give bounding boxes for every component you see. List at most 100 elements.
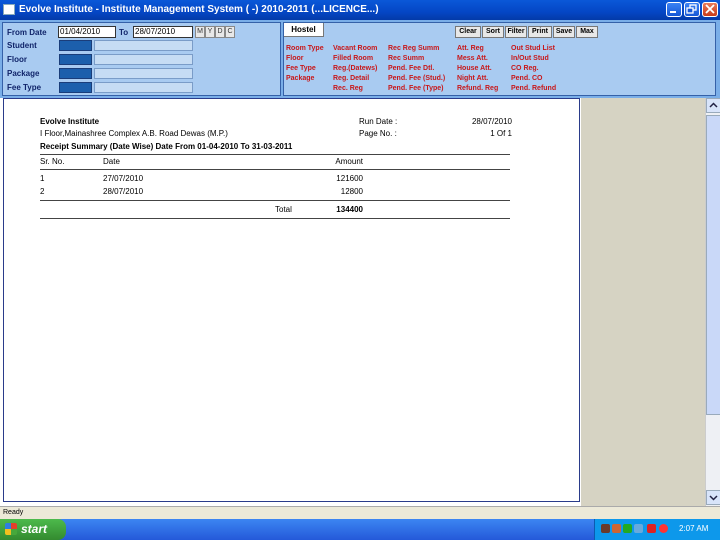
report-house-att[interactable]: House Att. [457,65,492,72]
report-title: Receipt Summary (Date Wise) Date From 01… [40,142,293,151]
month-button[interactable]: M [195,26,205,38]
column-divider [40,169,510,170]
institute-address: I Floor,Mainashree Complex A.B. Road Dew… [40,129,228,138]
institute-name: Evolve Institute [40,117,100,126]
floor-name-field[interactable] [94,54,193,65]
print-button[interactable]: Print [528,26,552,38]
package-name-field[interactable] [94,68,193,79]
report-co-reg[interactable]: CO Reg. [511,65,539,72]
report-rec-summ[interactable]: Rec Summ [388,55,424,62]
floor-code-field[interactable] [59,54,92,65]
minimize-button[interactable] [666,2,682,17]
app-window: Evolve Institute - Institute Management … [0,0,720,540]
window-title: Evolve Institute - Institute Management … [19,4,379,15]
floor-label: Floor [7,55,27,64]
scroll-thumb[interactable] [706,115,720,415]
arrow-down-icon [709,495,718,501]
package-code-field[interactable] [59,68,92,79]
row-1-date: 27/07/2010 [103,174,144,183]
package-label: Package [7,69,40,78]
alert-icon[interactable] [659,524,668,533]
from-date-field[interactable]: 01/04/2010 [58,26,116,38]
vertical-scrollbar[interactable] [705,98,720,506]
save-button[interactable]: Save [553,26,575,38]
report-pend-fee-dtl[interactable]: Pend. Fee Dtl. [388,65,434,72]
printer-icon[interactable] [612,524,621,533]
status-text: Ready [3,509,24,516]
page-no-label: Page No. : [359,129,397,138]
tab-hostel[interactable]: Hostel [284,23,324,37]
close-button[interactable] [702,2,718,17]
report-att-reg[interactable]: Att. Reg [457,45,484,52]
sort-button[interactable]: Sort [482,26,504,38]
filter-button[interactable]: Filter [505,26,527,38]
hostel-panel: Hostel Clear Sort Filter Print Save Max … [283,22,716,96]
report-filled-room[interactable]: Filled Room [333,55,373,62]
scroll-down-button[interactable] [706,490,720,505]
network-icon[interactable] [601,524,610,533]
report-reg-detail[interactable]: Reg. Detail [333,75,369,82]
run-date-value: 28/07/2010 [471,117,512,126]
antivirus-icon[interactable] [647,524,656,533]
report-background [581,98,705,506]
custom-button[interactable]: C [225,26,235,38]
row-2-date: 28/07/2010 [103,187,144,196]
report-night-att[interactable]: Night Att. [457,75,488,82]
max-button[interactable]: Max [576,26,598,38]
to-label: To [119,28,129,37]
total-amount: 134400 [336,205,363,214]
report-pend-co[interactable]: Pend. CO [511,75,543,82]
report-in-out-stud[interactable]: In/Out Stud [511,55,549,62]
col-amount: Amount [335,157,363,166]
total-divider [40,218,510,219]
report-refund-reg[interactable]: Refund. Reg [457,85,498,92]
start-button[interactable]: start [0,519,66,540]
header-divider [40,154,510,155]
to-date-field[interactable]: 28/07/2010 [133,26,193,38]
row-2-amount: 12800 [340,187,363,196]
volume-icon[interactable] [634,524,643,533]
report-fee-type[interactable]: Fee Type [286,65,316,72]
minimize-icon [670,11,676,13]
scroll-up-button[interactable] [706,98,720,113]
report-floor[interactable]: Floor [286,55,304,62]
taskbar: start 2:07 AM [0,519,720,540]
from-date-label: From Date [7,28,47,37]
student-code-field[interactable] [59,40,92,51]
close-icon [705,4,715,14]
student-name-field[interactable] [94,40,193,51]
maximize-button[interactable] [684,2,700,17]
report-pend-fee-type[interactable]: Pend. Fee (Type) [388,85,444,92]
report-viewer: Evolve Institute I Floor,Mainashree Comp… [0,98,705,506]
fee-type-code-field[interactable] [59,82,92,93]
report-reg-datewise[interactable]: Reg.(Datews) [333,65,377,72]
security-icon[interactable] [623,524,632,533]
page-no-value: 1 Of 1 [490,129,512,138]
toolbar-panel: From Date 01/04/2010 To 28/07/2010 M Y D… [0,20,720,98]
windows-logo-icon [5,523,17,535]
col-date: Date [103,157,120,166]
report-out-stud-list[interactable]: Out Stud List [511,45,555,52]
report-vacant-room[interactable]: Vacant Room [333,45,377,52]
clear-button[interactable]: Clear [455,26,481,38]
report-package[interactable]: Package [286,75,314,82]
report-room-type[interactable]: Room Type [286,45,324,52]
report-mess-att[interactable]: Mess Att. [457,55,488,62]
row-2-sr: 2 [40,187,45,196]
report-rec-reg[interactable]: Rec. Reg [333,85,363,92]
clock[interactable]: 2:07 AM [679,524,708,533]
fee-type-name-field[interactable] [94,82,193,93]
row-1-amount: 121600 [336,174,363,183]
year-button[interactable]: Y [205,26,215,38]
restore-icon [686,4,697,14]
report-pend-fee-stud[interactable]: Pend. Fee (Stud.) [388,75,445,82]
report-rec-reg-summ[interactable]: Rec Reg Summ [388,45,439,52]
row-1-sr: 1 [40,174,45,183]
day-button[interactable]: D [215,26,225,38]
fee-type-label: Fee Type [7,83,42,92]
filter-panel: From Date 01/04/2010 To 28/07/2010 M Y D… [2,22,281,96]
total-label: Total [275,205,292,214]
report-pend-refund[interactable]: Pend. Refund [511,85,556,92]
rows-divider [40,200,510,201]
app-icon [3,4,15,15]
